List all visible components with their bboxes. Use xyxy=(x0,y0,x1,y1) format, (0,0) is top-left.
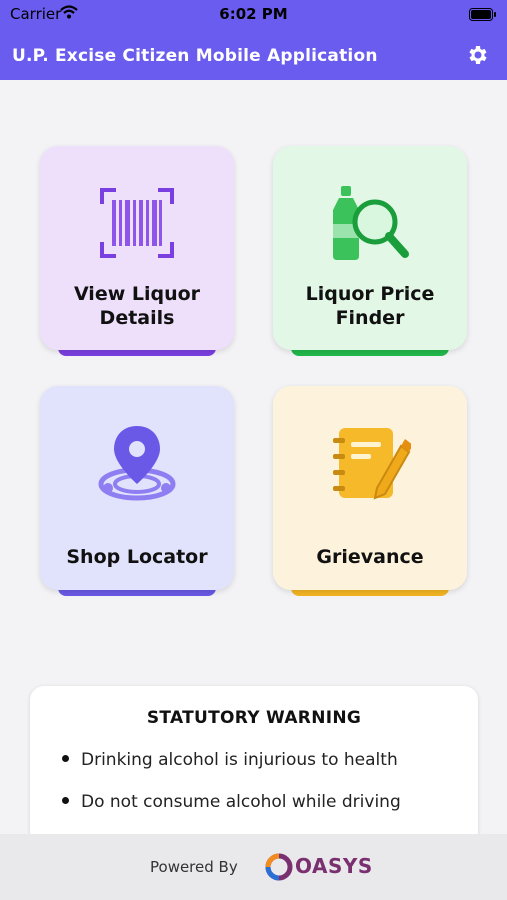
footer: Powered By OASYS xyxy=(0,834,507,900)
battery-icon xyxy=(469,7,497,25)
gear-icon xyxy=(469,46,487,64)
tile-liquor-price-finder[interactable]: Liquor Price Finder xyxy=(273,146,467,356)
oasys-logo-icon xyxy=(265,853,293,881)
tile-shop-locator[interactable]: Shop Locator xyxy=(40,386,234,596)
status-bar: Carrier 6:02 PM xyxy=(0,0,507,28)
app-header: U.P. Excise Citizen Mobile Application xyxy=(0,28,507,80)
brand-name: OASYS xyxy=(295,854,373,878)
tile-grievance[interactable]: Grievance xyxy=(273,386,467,596)
settings-button[interactable] xyxy=(465,43,489,67)
tile-label: Grievance xyxy=(316,546,424,568)
notepad-pencil-icon xyxy=(333,428,411,500)
tile-view-liquor-details[interactable]: View Liquor Details xyxy=(40,146,234,356)
bullet-icon xyxy=(62,797,69,804)
statutory-warning-card: STATUTORY WARNING Drinking alcohol is in… xyxy=(30,686,478,846)
tile-label: View Liquor Details xyxy=(73,283,201,329)
app-title: U.P. Excise Citizen Mobile Application xyxy=(12,46,378,66)
warning-item: Do not consume alcohol while driving xyxy=(62,792,401,812)
bullet-icon xyxy=(62,755,69,762)
powered-by-label: Powered By xyxy=(150,858,238,876)
warning-item: Drinking alcohol is injurious to health xyxy=(62,750,398,770)
barcode-scan-icon xyxy=(100,188,174,258)
location-pin-icon xyxy=(98,426,176,501)
bottle-search-icon xyxy=(333,186,409,260)
tile-label: Shop Locator xyxy=(66,546,208,568)
tile-label: Liquor Price Finder xyxy=(305,283,435,329)
clock-time: 6:02 PM xyxy=(219,5,288,23)
warning-title: STATUTORY WARNING xyxy=(146,708,362,728)
